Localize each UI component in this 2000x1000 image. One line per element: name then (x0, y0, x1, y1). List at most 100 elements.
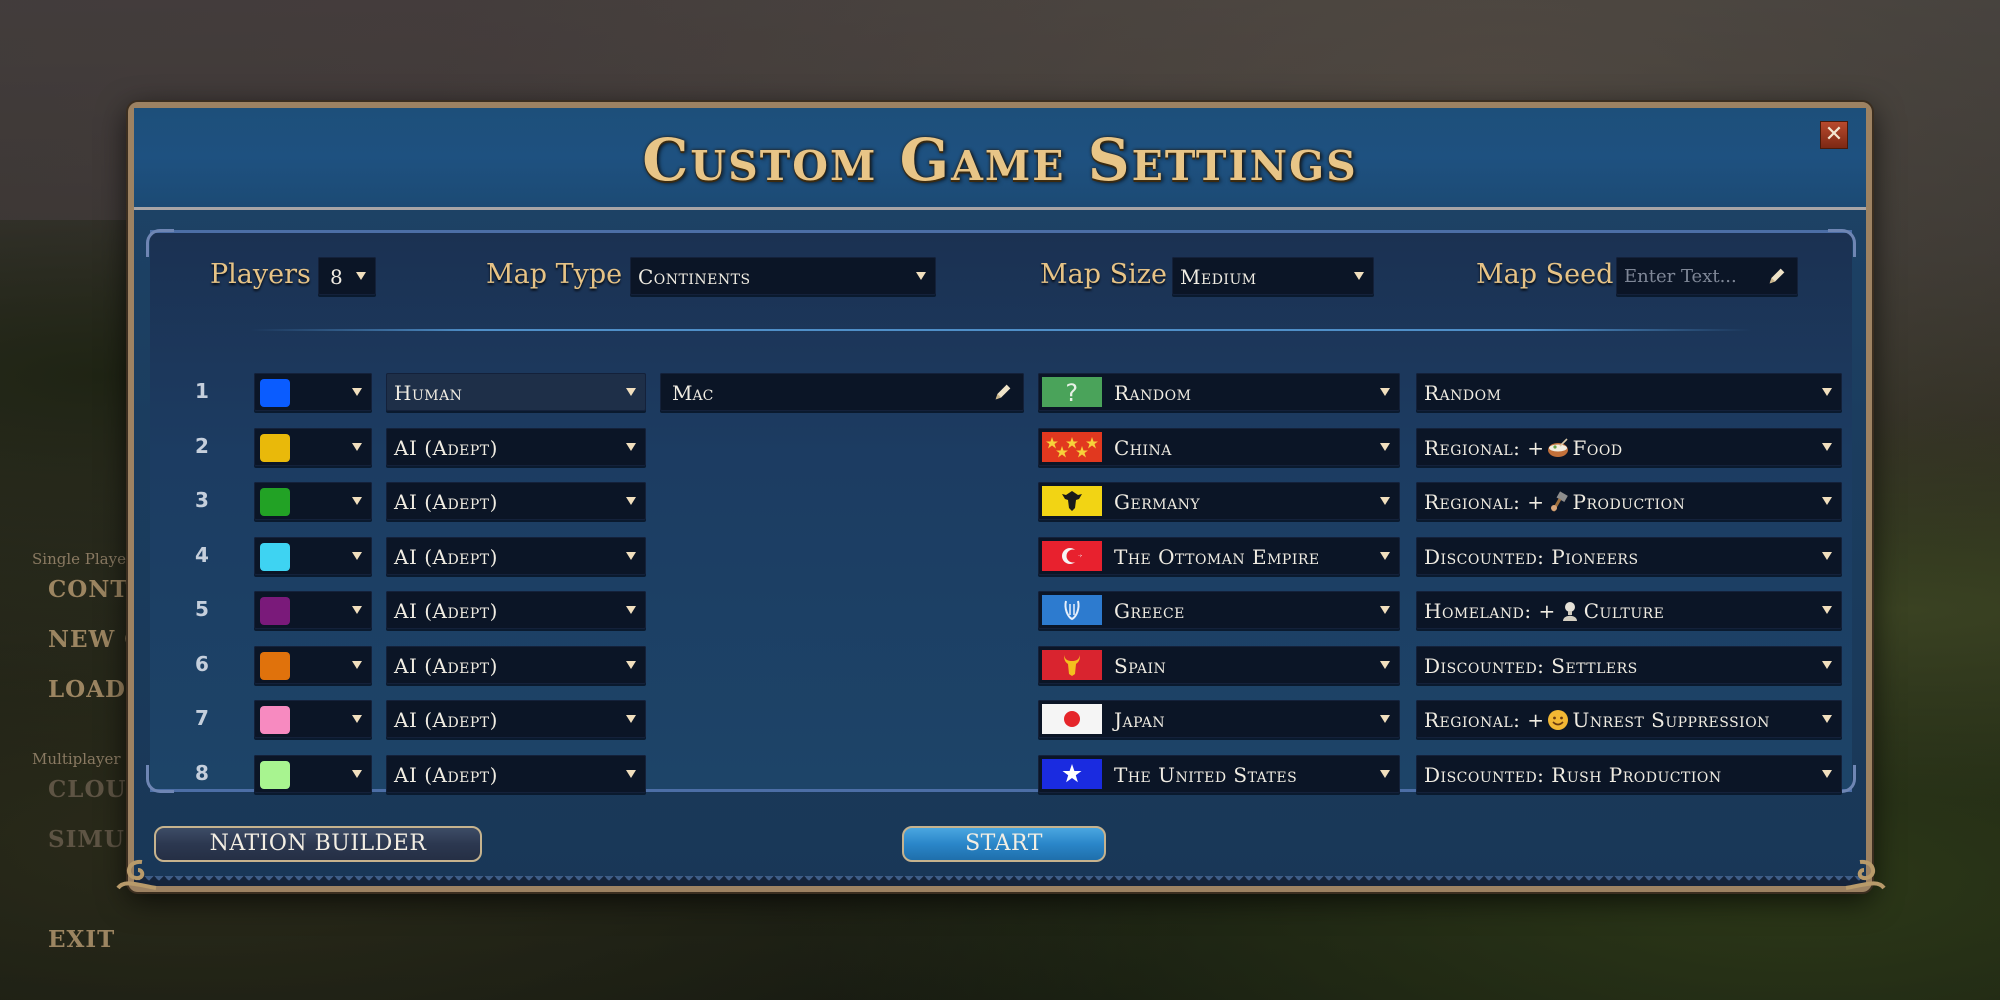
map-size-select[interactable]: Medium (1172, 257, 1374, 295)
china-flag-icon (1042, 431, 1102, 462)
player-type-value: AI (Adept) (394, 653, 498, 678)
ornament-corner-icon (1828, 229, 1856, 257)
player-row: 8 AI (Adept) The United States Discounte… (150, 754, 1852, 795)
player-number: 1 (195, 379, 209, 403)
chevron-down-icon (626, 769, 636, 778)
bonus-suffix: Production (1572, 490, 1686, 514)
nation-select[interactable]: Spain (1038, 645, 1400, 684)
player-type-select[interactable]: AI (Adept) (386, 591, 646, 629)
pencil-icon (1769, 268, 1785, 284)
chevron-down-icon (356, 272, 366, 280)
chevron-down-icon (1822, 660, 1832, 669)
chevron-down-icon (1822, 551, 1832, 560)
nation-bonus-value: Regional: + Production (1424, 490, 1685, 514)
chevron-down-icon (352, 442, 362, 451)
nation-value: Greece (1114, 599, 1185, 623)
production-hammer-icon (1546, 491, 1570, 513)
color-swatch (260, 433, 290, 462)
player-type-value: AI (Adept) (394, 544, 498, 569)
bonus-suffix: Culture (1583, 599, 1665, 623)
nation-bonus-select[interactable]: Discounted: Settlers (1416, 645, 1842, 684)
player-color-select[interactable] (254, 700, 372, 738)
player-color-select[interactable] (254, 536, 372, 575)
player-name-input[interactable]: Mac (660, 373, 1024, 411)
chevron-down-icon (1822, 388, 1832, 396)
nation-select[interactable]: The United States (1038, 754, 1400, 793)
nation-bonus-select[interactable]: Regional: + Production (1416, 482, 1842, 520)
player-type-select[interactable]: AI (Adept) (386, 427, 646, 466)
svg-text:?: ? (1065, 379, 1078, 407)
dialog-header: Custom Game Settings ✕ (134, 108, 1866, 210)
nation-bonus-select[interactable]: Regional: + Food (1416, 427, 1842, 466)
nation-builder-button[interactable]: NATION BUILDER (154, 826, 482, 862)
chevron-down-icon (1822, 715, 1832, 723)
nation-select[interactable]: The Ottoman Empire (1038, 536, 1400, 575)
unrest-smiley-icon (1546, 709, 1570, 731)
player-type-select[interactable]: AI (Adept) (386, 536, 646, 575)
chevron-down-icon (626, 388, 636, 396)
chevron-down-icon (1380, 551, 1390, 560)
chevron-down-icon (352, 497, 362, 505)
player-type-value: AI (Adept) (394, 762, 498, 787)
player-number: 2 (195, 433, 209, 458)
players-value: 8 (330, 265, 344, 289)
player-number: 6 (195, 651, 209, 676)
nation-value: The United States (1114, 762, 1298, 787)
nation-bonus-value: Discounted: Settlers (1424, 654, 1638, 678)
food-icon (1546, 437, 1570, 459)
random-flag-icon: ? (1042, 377, 1102, 407)
nation-bonus-select[interactable]: Random (1416, 373, 1842, 411)
nation-bonus-select[interactable]: Discounted: Pioneers (1416, 536, 1842, 575)
scroll-ornament-icon (116, 859, 157, 890)
player-color-select[interactable] (254, 373, 372, 411)
map-type-select[interactable]: Continents (630, 257, 936, 295)
player-color-select[interactable] (254, 645, 372, 684)
nation-value: Japan (1114, 708, 1166, 732)
bonus-prefix: Discounted: Settlers (1424, 653, 1638, 678)
player-number: 7 (195, 706, 209, 730)
nation-select[interactable]: Japan (1038, 700, 1400, 738)
bonus-prefix: Regional: + (1424, 490, 1545, 514)
nation-bonus-value: Regional: + Food (1424, 436, 1623, 460)
chevron-down-icon (1380, 497, 1390, 505)
player-type-value: AI (Adept) (394, 599, 498, 623)
start-button[interactable]: START (902, 826, 1106, 862)
bonus-prefix: Random (1424, 381, 1502, 405)
chevron-down-icon (916, 272, 926, 280)
close-button[interactable]: ✕ (1820, 121, 1848, 149)
color-swatch (260, 597, 290, 625)
chevron-down-icon (1380, 442, 1390, 451)
map-type-value: Continents (638, 265, 751, 289)
player-color-select[interactable] (254, 427, 372, 466)
bonus-prefix: Regional: + (1424, 435, 1545, 460)
japan-flag-icon (1042, 704, 1102, 734)
chevron-down-icon (1380, 388, 1390, 396)
player-type-select[interactable]: AI (Adept) (386, 645, 646, 684)
menu-item-load-game[interactable]: LOAD (48, 676, 126, 703)
nation-bonus-value: Random (1424, 381, 1501, 405)
menu-item-continue[interactable]: CONTI (48, 576, 140, 603)
nation-select[interactable]: China (1038, 427, 1400, 466)
player-color-select[interactable] (254, 591, 372, 629)
players-select[interactable]: 8 (318, 257, 376, 295)
player-type-select[interactable]: AI (Adept) (386, 482, 646, 520)
scroll-ornament-icon (1845, 859, 1886, 890)
nation-select[interactable]: ? Random (1038, 373, 1400, 411)
nation-select[interactable]: Greece (1038, 591, 1400, 629)
nation-bonus-select[interactable]: Regional: + Unrest Suppression (1416, 700, 1842, 738)
player-color-select[interactable] (254, 754, 372, 793)
chevron-down-icon (1380, 715, 1390, 723)
player-type-select[interactable]: AI (Adept) (386, 700, 646, 738)
nation-select[interactable]: Germany (1038, 482, 1400, 520)
nation-value: China (1114, 435, 1172, 460)
menu-item-exit[interactable]: EXIT (48, 926, 115, 953)
nation-bonus-select[interactable]: Discounted: Rush Production (1416, 754, 1842, 793)
player-type-select[interactable]: Human (386, 373, 646, 411)
chevron-down-icon (1822, 769, 1832, 778)
nation-bonus-select[interactable]: Homeland: + Culture (1416, 591, 1842, 629)
player-type-select[interactable]: AI (Adept) (386, 754, 646, 793)
map-seed-input[interactable]: Enter Text... (1616, 257, 1798, 295)
chevron-down-icon (1822, 442, 1832, 451)
chevron-down-icon (352, 551, 362, 560)
player-color-select[interactable] (254, 482, 372, 520)
